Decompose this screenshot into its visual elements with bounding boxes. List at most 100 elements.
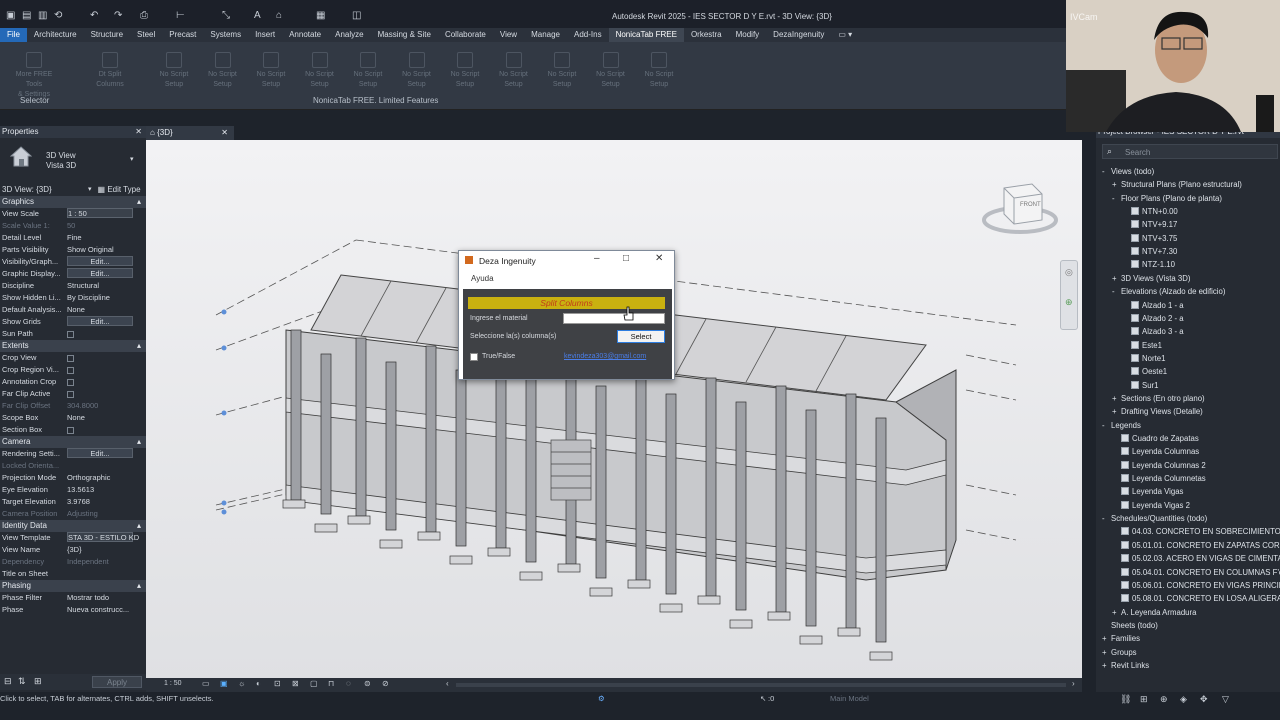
browser-item[interactable]: NTV+9.17 [1122,219,1177,231]
expand-icon[interactable]: + [1102,647,1111,659]
align-icon[interactable]: ⤡ [222,10,230,21]
property-value[interactable]: 13.5613 [67,484,143,496]
tab-analyze[interactable]: Analyze [328,28,370,42]
browser-item[interactable]: Leyenda Columnas 2 [1112,460,1206,472]
sync-icon[interactable]: ⟲ [54,10,62,21]
chevron-down-icon[interactable]: ▾ [88,185,92,193]
tab-precast[interactable]: Precast [162,28,203,42]
collapse-icon[interactable]: ▴ [137,340,141,352]
tab-steel[interactable]: Steel [130,28,162,42]
property-checkbox[interactable] [67,331,74,338]
sun-path-icon[interactable]: ☼ [238,679,245,688]
tab-view[interactable]: View [493,28,524,42]
minimize-icon[interactable]: – [594,253,600,264]
expand-icon[interactable]: + [1102,660,1111,672]
select-pinned-icon[interactable]: ⊕ [1160,692,1168,706]
collapse-icon[interactable]: - [1102,420,1111,432]
view-canvas[interactable]: FRONT ◎ ⊕ [146,140,1082,680]
property-value[interactable]: By Discipline [67,292,143,304]
edit-button[interactable]: Edit... [67,448,133,458]
collapse-icon[interactable]: ▴ [137,436,141,448]
browser-item[interactable]: 05.08.01. CONCRETO EN LOSA ALIGERA [1112,593,1280,605]
browser-item[interactable]: - Legends [1102,420,1141,432]
scroll-left-icon[interactable]: ‹ [446,679,449,688]
no-script-button[interactable]: No Script Setup [344,52,392,90]
browser-item[interactable]: + Revit Links [1102,660,1149,672]
browser-item[interactable]: Norte1 [1122,353,1165,365]
collapse-icon[interactable]: - [1112,286,1121,298]
rendering-icon[interactable]: ⊡ [274,679,281,688]
ribbon-options-icon[interactable]: ▭ ▾ [831,28,859,42]
shadows-icon[interactable]: ◐ [256,679,261,688]
property-value[interactable]: None [67,412,143,424]
scroll-right-icon[interactable]: › [1072,679,1075,688]
browser-item[interactable]: Oeste1 [1122,366,1167,378]
view-tab[interactable]: ⌂ {3D} ✕ [146,126,234,140]
search-input[interactable]: Search [1125,148,1150,157]
property-value[interactable]: Nueva construcc... [67,604,143,616]
browser-item[interactable]: Este1 [1122,340,1162,352]
save-icon[interactable]: ▥ [38,10,47,21]
expand-icon[interactable]: + [1112,179,1121,191]
drag-elements-icon[interactable]: ✥ [1200,692,1208,706]
lock-icon[interactable]: ⊓ [328,679,334,688]
tab-collaborate[interactable]: Collaborate [438,28,493,42]
browser-item[interactable]: - Elevations (Alzado de edificio) [1112,286,1225,298]
browser-item[interactable]: Sur1 [1122,380,1158,392]
property-value[interactable]: Mostrar todo [67,592,143,604]
tab-structure[interactable]: Structure [84,28,130,42]
browser-item[interactable]: NTV+3.75 [1122,233,1177,245]
expand-icon[interactable]: + [1112,406,1121,418]
measure-icon[interactable]: ⊢ [176,10,185,21]
browser-item[interactable]: - Views (todo) [1102,166,1154,178]
expand-icon[interactable]: + [1112,607,1121,619]
browser-item[interactable]: 05.06.01. CONCRETO EN VIGAS PRINCIP [1112,580,1280,592]
apply-button[interactable]: Apply [92,676,142,688]
worksharing-icon[interactable]: ⚙ [598,692,605,706]
browser-item[interactable]: + Structural Plans (Plano estructural) [1112,179,1242,191]
close-icon[interactable]: ✕ [655,253,663,264]
maximize-icon[interactable]: □ [623,253,629,264]
building-model[interactable] [146,140,1082,680]
edit-button[interactable]: Edit... [67,256,133,266]
browser-item[interactable]: + Sections (En otro plano) [1112,393,1205,405]
browser-item[interactable]: 05.02.03. ACERO EN VIGAS DE CIMENTA [1112,553,1280,565]
no-script-button[interactable]: No Script Setup [538,52,586,90]
close-icon[interactable]: ✕ [135,126,142,138]
instance-filter[interactable]: 3D View: {3D} [0,185,88,194]
property-checkbox[interactable] [67,355,74,362]
print-icon[interactable]: ⎙ [140,10,148,21]
select-links-icon[interactable]: ⛓ [1120,692,1131,706]
tab-systems[interactable]: Systems [203,28,248,42]
collapse-icon[interactable]: - [1112,193,1121,205]
property-checkbox[interactable] [67,367,74,374]
collapse-icon[interactable]: - [1102,513,1111,525]
browser-item[interactable]: + Groups [1102,647,1137,659]
browser-item[interactable]: Leyenda Columnetas [1112,473,1206,485]
split-columns-button[interactable]: Dt Split Columns [86,52,134,90]
browser-item[interactable]: Leyenda Vigas [1112,486,1183,498]
section-phasing[interactable]: Phasing ▴ [0,580,146,592]
browser-item[interactable]: +3D Views (Vista 3D) [1112,273,1190,285]
section-identity-data[interactable]: Identity Data ▴ [0,520,146,532]
property-checkbox[interactable] [67,379,74,386]
email-link[interactable]: kevindeza303@gmail.com [564,353,646,360]
zoom-icon[interactable]: ⊕ [1065,297,1073,308]
property-value[interactable]: Structural [67,280,143,292]
edit-button[interactable]: Edit... [67,316,133,326]
no-script-button[interactable]: No Script Setup [490,52,538,90]
property-value[interactable]: Fine [67,232,143,244]
temp-view-icon[interactable]: ⊘ [382,679,389,688]
property-value[interactable]: None [67,304,143,316]
material-input[interactable] [563,313,665,324]
type-selector[interactable]: 3D View Vista 3D ▾ [0,138,146,182]
revit-logo-icon[interactable]: ▣ [6,10,15,21]
group-icon[interactable]: ⊞ [34,676,42,687]
browser-item[interactable]: Alzado 3 - a [1122,326,1184,338]
collapse-icon[interactable]: ▴ [137,196,141,208]
browser-item[interactable]: NTV+7.30 [1122,246,1177,258]
search-box[interactable]: ⌕ Search [1102,144,1278,159]
browser-item[interactable]: NTN+0.00 [1122,206,1178,218]
property-checkbox[interactable] [67,391,74,398]
open-icon[interactable]: ▤ [22,10,31,21]
